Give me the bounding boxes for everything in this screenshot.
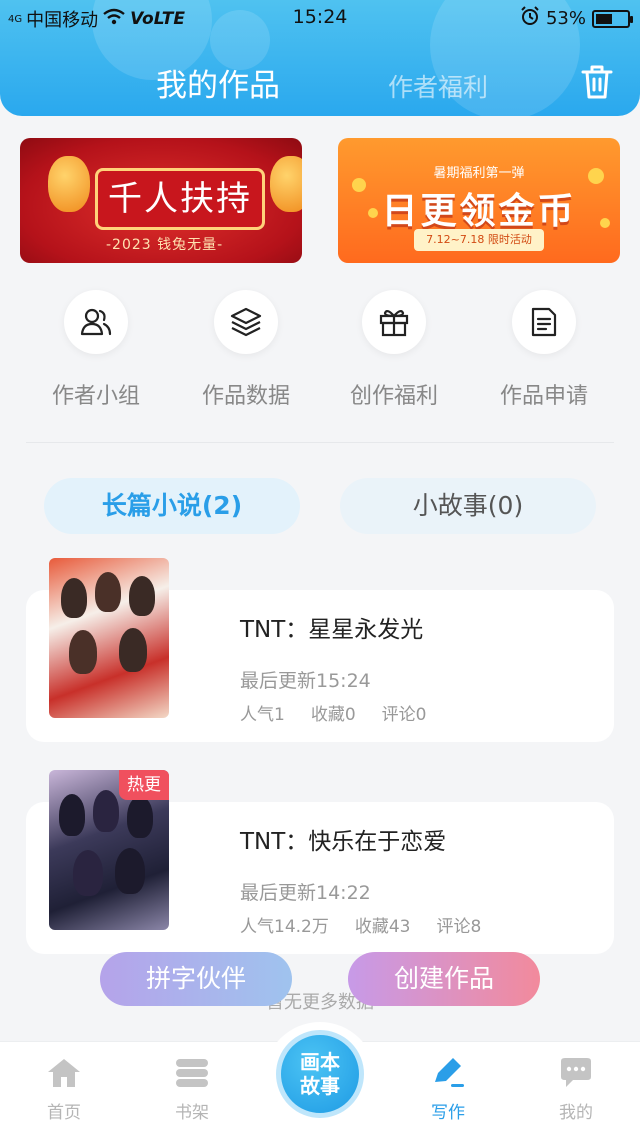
work-stats: 人气14.2万 收藏43 评论8 [240,912,481,937]
picture-story-button[interactable]: 画本 故事 [276,1030,364,1118]
nav-write[interactable]: 写作 [408,1056,488,1123]
work-favorites: 收藏0 [310,705,356,725]
quick-creation-benefits[interactable]: 创作福利 [334,290,454,410]
work-title: TNT：快乐在于恋爱 [240,829,447,855]
work-comments: 评论0 [381,705,427,725]
work-favorites: 收藏43 [354,917,411,937]
cover-figure [95,572,121,612]
quick-work-application[interactable]: 作品申请 [484,290,604,410]
quick-label: 作品数据 [201,384,290,409]
work-popularity: 人气14.2万 [240,917,329,937]
alarm-icon [520,6,540,31]
coin-decoration [600,218,610,228]
cover-figure [93,790,119,832]
banner-thousand-support[interactable]: 千人扶持 -2023 钱兔无量- [20,138,302,263]
home-icon [45,1059,83,1094]
bookshelf-icon [173,1059,211,1094]
group-icon [64,290,128,354]
quick-label: 作品申请 [499,384,588,409]
cover-figure [129,576,155,616]
quick-label: 作者小组 [51,384,140,409]
cover-figure [127,796,153,838]
chat-icon [557,1058,595,1094]
cover-figure [59,794,85,836]
nav-home[interactable]: 首页 [24,1056,104,1123]
nav-label: 首页 [47,1103,81,1123]
cover-figure [73,850,103,896]
nav-label: 写作 [431,1103,465,1123]
status-bar: 4G 中国移动 VoLTE 15:24 53% [0,0,640,34]
divider [26,442,614,443]
banner-daily-update-coins[interactable]: 暑期福利第一弹 日更领金币 7.12~7.18 限时活动 [338,138,620,263]
battery-icon [592,9,633,28]
center-label: 故事 [300,1074,340,1098]
nav-label: 我的 [559,1103,593,1123]
nav-mine[interactable]: 我的 [536,1056,616,1123]
nav-bookshelf[interactable]: 书架 [152,1056,232,1123]
create-work-button[interactable]: 创建作品 [348,952,540,1006]
header: 4G 中国移动 VoLTE 15:24 53% 我的作品 作者福利 [0,0,640,116]
work-popularity: 人气1 [240,705,285,725]
tab-author-benefits[interactable]: 作者福利 [388,68,488,104]
no-more-data-text: 暂无更多数据 [266,992,374,1013]
writing-partner-button[interactable]: 拼字伙伴 [100,952,292,1006]
segment-short-stories[interactable]: 小故事(0) [340,478,596,534]
hot-update-badge: 热更 [119,770,169,800]
nav-label: 书架 [175,1103,209,1123]
lantern-decoration [48,156,90,212]
work-comments: 评论8 [436,917,482,937]
cover-figure [115,848,145,894]
banner-left-subtitle: -2023 钱兔无量- [106,237,224,253]
banner-right-top: 暑期福利第一弹 [433,166,525,181]
center-label: 画本 [300,1050,340,1074]
segment-long-novels[interactable]: 长篇小说(2) [44,478,300,534]
tab-my-works[interactable]: 我的作品 [156,60,280,105]
cover-figure [69,630,97,674]
lantern-decoration [270,156,302,212]
banner-left-title: 千人扶持 [95,168,265,230]
gift-icon [362,290,426,354]
work-stats: 人气1 收藏0 评论0 [240,700,426,725]
quick-label: 创作福利 [349,384,438,409]
battery-percent: 53% [545,8,586,29]
document-icon [512,290,576,354]
quick-author-group[interactable]: 作者小组 [36,290,156,410]
banner-right-subtitle: 7.12~7.18 限时活动 [414,229,544,251]
work-updated: 最后更新15:24 [240,670,371,692]
cover-figure [119,628,147,672]
work-title: TNT：星星永发光 [240,617,424,643]
trash-icon[interactable] [578,62,616,102]
banner-right-title: 日更领金币 [381,191,577,232]
layers-icon [214,290,278,354]
work-updated: 最后更新14:22 [240,882,371,904]
work-cover-image[interactable] [49,558,169,718]
quick-work-data[interactable]: 作品数据 [186,290,306,410]
pen-icon [429,1058,467,1094]
cover-figure [61,578,87,618]
